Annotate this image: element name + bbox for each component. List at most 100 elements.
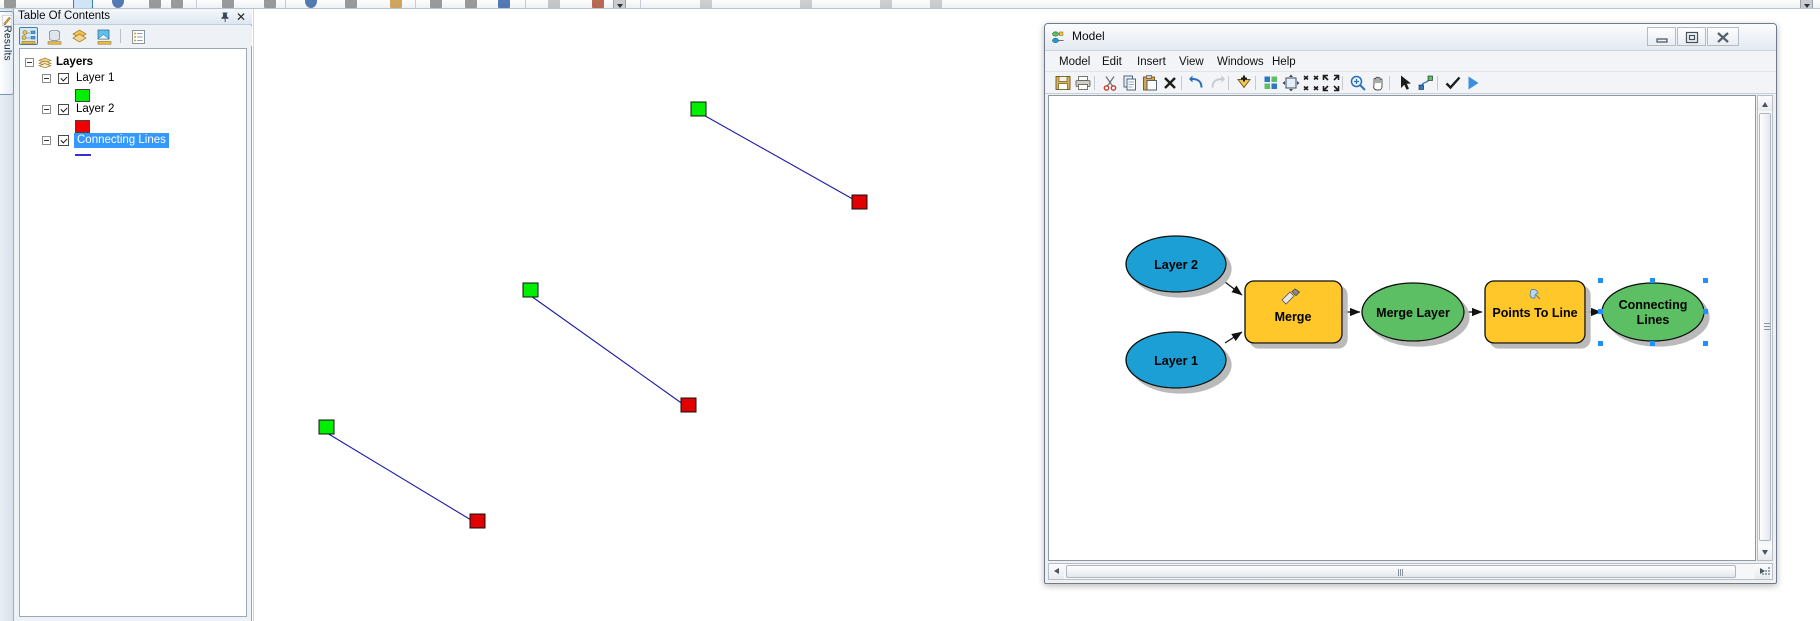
cut-icon[interactable]	[1101, 74, 1119, 92]
minimize-button[interactable]	[1647, 27, 1676, 46]
model-menubar[interactable]: Model Edit Insert View Windows Help	[1045, 51, 1776, 72]
toolbar-icon[interactable]	[112, 0, 124, 8]
zoom-out-fixed-icon[interactable]	[1302, 74, 1320, 92]
tree-row-connecting-lines-symbol	[20, 149, 246, 164]
toolbar-icon[interactable]	[592, 0, 604, 8]
scroll-left-button[interactable]	[1049, 564, 1064, 579]
toolbar-overflow-dropdown[interactable]	[613, 0, 626, 8]
menu-item-help[interactable]: Help	[1268, 54, 1300, 70]
toolbar-icon[interactable]	[930, 0, 942, 8]
tree-row-layer-1[interactable]: Layer 1	[20, 71, 246, 86]
pin-icon[interactable]	[219, 11, 231, 23]
menu-item-edit[interactable]: Edit	[1098, 54, 1126, 70]
toolbar-icon[interactable]	[880, 0, 892, 8]
copy-icon[interactable]	[1121, 74, 1139, 92]
toolbar-overflow-dropdown-right[interactable]	[1800, 0, 1813, 8]
close-button[interactable]	[1707, 27, 1739, 46]
expander-icon[interactable]	[42, 136, 51, 145]
layer-visibility-checkbox[interactable]	[58, 73, 69, 84]
selection-handle-ne	[1703, 278, 1708, 283]
horizontal-scroll-thumb[interactable]	[1066, 565, 1736, 578]
undo-icon[interactable]	[1188, 74, 1206, 92]
symbol-swatch-red-square[interactable]	[75, 120, 90, 133]
menu-item-windows[interactable]: Windows	[1213, 54, 1268, 70]
menu-item-model[interactable]: Model	[1055, 54, 1094, 70]
symbol-swatch-green-square[interactable]	[75, 89, 90, 102]
map-feature-1[interactable]	[690, 101, 868, 210]
redo-icon[interactable]	[1208, 74, 1226, 92]
zoom-icon[interactable]	[1349, 74, 1367, 92]
model-node-connecting-lines[interactable]: Connecting Lines	[1601, 282, 1705, 342]
model-builder-window[interactable]: Model Model Edit Insert View Windows Hel…	[1044, 23, 1777, 584]
scroll-down-button[interactable]	[1758, 545, 1772, 560]
add-data-icon[interactable]	[1235, 74, 1253, 92]
model-node-layer-2[interactable]: Layer 2	[1125, 235, 1227, 293]
resize-grip[interactable]	[1760, 565, 1772, 577]
toc-layer-tree[interactable]: Layers Layer 1 Layer 2 Connecting Lines	[19, 48, 247, 617]
model-node-points-to-line[interactable]: Points To Line	[1484, 280, 1586, 344]
main-application-toolbar[interactable]	[0, 0, 1820, 9]
model-node-merge-layer[interactable]: Merge Layer	[1361, 282, 1465, 342]
edge-layer1-to-merge	[1224, 331, 1243, 344]
results-tab[interactable]: Results	[0, 11, 14, 95]
symbol-swatch-blue-line[interactable]	[75, 154, 91, 156]
toolbar-icon[interactable]	[264, 0, 276, 8]
model-node-merge[interactable]: Merge	[1244, 280, 1343, 344]
expander-icon[interactable]	[42, 74, 51, 83]
zoom-in-fixed-icon[interactable]	[1322, 74, 1340, 92]
print-icon[interactable]	[1074, 74, 1092, 92]
model-toolbar[interactable]	[1045, 72, 1776, 94]
model-canvas-vertical-scrollbar[interactable]	[1757, 95, 1773, 561]
select-icon[interactable]	[1397, 74, 1415, 92]
layer-visibility-checkbox[interactable]	[58, 135, 69, 146]
toolbar-icon[interactable]	[800, 0, 812, 8]
toolbar-icon[interactable]	[305, 0, 317, 8]
scroll-up-button[interactable]	[1758, 96, 1772, 111]
model-canvas-horizontal-scrollbar[interactable]	[1048, 563, 1773, 580]
validate-icon[interactable]	[1444, 74, 1462, 92]
map-feature-2[interactable]	[522, 282, 697, 413]
connect-icon[interactable]	[1417, 74, 1435, 92]
expander-icon[interactable]	[25, 58, 34, 67]
full-extent-icon[interactable]	[1282, 74, 1300, 92]
pan-icon[interactable]	[1369, 74, 1387, 92]
menu-item-insert[interactable]: Insert	[1133, 54, 1170, 70]
toolbar-icon[interactable]	[548, 0, 560, 8]
menu-item-view[interactable]: View	[1175, 54, 1208, 70]
list-by-source-icon[interactable]	[44, 27, 63, 45]
toolbar-icon[interactable]	[4, 0, 16, 8]
run-icon[interactable]	[1464, 74, 1482, 92]
toolbar-icon[interactable]	[700, 0, 712, 8]
model-diagram-canvas[interactable]: Layer 2 Layer 1 Merge Merge Layer Points…	[1048, 95, 1756, 561]
results-tab-label: Results	[1, 25, 13, 61]
toolbar-icon[interactable]	[149, 0, 161, 8]
model-window-titlebar[interactable]: Model	[1045, 24, 1776, 51]
toolbar-icon[interactable]	[390, 0, 402, 8]
map-feature-3[interactable]	[318, 419, 486, 529]
selected-tool-icon[interactable]	[73, 0, 93, 8]
list-by-drawing-order-icon[interactable]	[19, 27, 38, 45]
toolbar-icon[interactable]	[222, 0, 234, 8]
tree-row-layers-root[interactable]: Layers	[20, 55, 246, 70]
delete-icon[interactable]	[1161, 74, 1179, 92]
paste-icon[interactable]	[1141, 74, 1159, 92]
maximize-button[interactable]	[1677, 27, 1706, 46]
toolbar-icon[interactable]	[345, 0, 357, 8]
save-icon[interactable]	[1054, 74, 1072, 92]
expander-icon[interactable]	[42, 105, 51, 114]
model-icon	[1052, 31, 1064, 44]
tree-row-layer-2[interactable]: Layer 2	[20, 102, 246, 117]
layer-visibility-checkbox[interactable]	[58, 104, 69, 115]
vertical-scroll-thumb[interactable]	[1759, 113, 1771, 541]
toolbar-icon[interactable]	[171, 0, 183, 8]
toolbar-icon[interactable]	[430, 0, 442, 8]
options-icon[interactable]	[128, 27, 147, 45]
toolbar-icon[interactable]	[498, 0, 510, 8]
toolbar-icon[interactable]	[465, 0, 477, 8]
close-icon[interactable]: ✕	[235, 11, 247, 23]
model-node-layer-1[interactable]: Layer 1	[1125, 331, 1227, 389]
list-by-selection-icon[interactable]	[94, 27, 113, 45]
list-by-visibility-icon[interactable]	[69, 27, 88, 45]
auto-layout-icon[interactable]	[1262, 74, 1280, 92]
tree-row-connecting-lines[interactable]: Connecting Lines	[20, 133, 246, 148]
